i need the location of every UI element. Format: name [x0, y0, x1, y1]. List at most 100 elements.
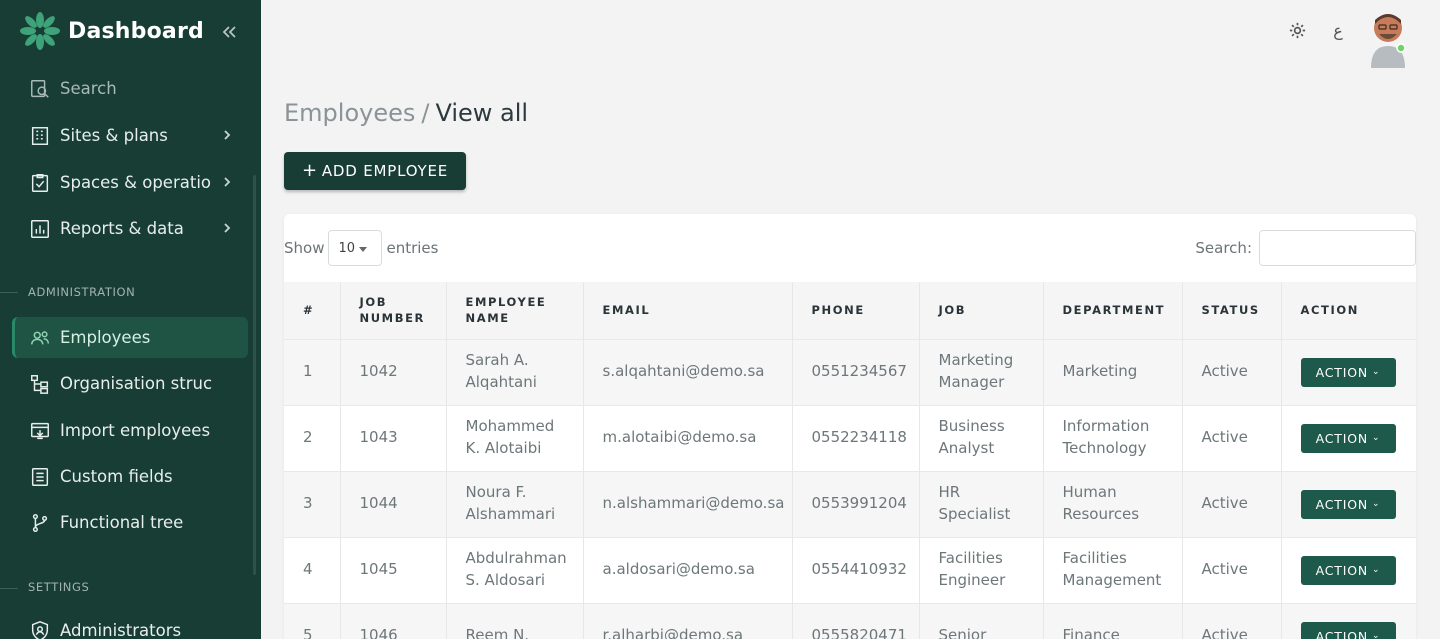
column-header[interactable]: #	[284, 282, 341, 339]
chevron-right-icon	[224, 130, 231, 140]
entries-control: Show 10 entries	[284, 230, 438, 266]
entries-select[interactable]: 10	[328, 230, 383, 266]
sidebar-item-label: Search	[60, 79, 117, 98]
search-icon	[28, 77, 52, 101]
cell-name: Sarah A. Alqahtani	[446, 338, 584, 405]
brand[interactable]: Dashboard	[20, 12, 204, 50]
cell-department: Facilities Management	[1043, 536, 1183, 603]
logo-icon	[20, 12, 60, 50]
action-dropdown-button[interactable]: ACTION ⌄	[1300, 621, 1396, 639]
hierarchy-icon	[28, 372, 52, 396]
branch-icon	[28, 511, 52, 535]
section-divider	[0, 292, 18, 293]
sidebar-item-spaces-operations[interactable]: Spaces & operations	[12, 162, 248, 203]
section-label-settings: SETTINGS	[28, 580, 90, 594]
section-divider	[0, 588, 18, 589]
sidebar-item-organisation-structure[interactable]: Organisation structure	[12, 363, 248, 404]
column-header[interactable]: EMAIL	[583, 282, 793, 339]
sidebar-item-sites-plans[interactable]: Sites & plans	[12, 115, 248, 156]
column-header[interactable]: JOB NUMBER	[340, 282, 447, 339]
cell-email: r.alharbi@demo.sa	[583, 602, 793, 639]
sidebar-item-functional-tree[interactable]: Functional tree	[12, 502, 248, 543]
cell-job-number: 1046	[340, 602, 447, 639]
table-row: 2 1043 Mohammed K. Alotaibi m.alotaibi@d…	[284, 404, 1416, 471]
breadcrumb-parent[interactable]: Employees	[284, 99, 415, 127]
cell-action: ACTION ⌄	[1281, 338, 1416, 405]
sidebar-item-search[interactable]: Search	[12, 68, 248, 109]
user-avatar[interactable]	[1367, 10, 1409, 68]
cell-email: n.alshammari@demo.sa	[583, 470, 793, 537]
cell-email: m.alotaibi@demo.sa	[583, 404, 793, 471]
chevron-down-icon: ⌄	[1372, 499, 1381, 509]
action-dropdown-button[interactable]: ACTION ⌄	[1300, 357, 1396, 387]
sidebar-item-label: Employees	[60, 328, 151, 347]
column-header[interactable]: JOB	[919, 282, 1044, 339]
column-header[interactable]: EMPLOYEE NAME	[446, 282, 584, 339]
sidebar-item-label: Custom fields	[60, 467, 173, 486]
cell-action: ACTION ⌄	[1281, 470, 1416, 537]
cell-department: Marketing	[1043, 338, 1183, 405]
breadcrumb-current: View all	[435, 99, 529, 127]
cell-job-number: 1044	[340, 470, 447, 537]
action-dropdown-button[interactable]: ACTION ⌄	[1300, 423, 1396, 453]
cell-status: Active	[1182, 338, 1282, 405]
cell-job: HR Specialist	[919, 470, 1044, 537]
sidebar-item-label: Sites & plans	[60, 126, 168, 145]
employees-table-card: Show 10 entries Search: # JOB NUMBER EMP…	[284, 214, 1416, 639]
entries-value: 10	[338, 240, 356, 256]
cell-num: 1	[284, 338, 341, 405]
users-icon	[28, 326, 52, 350]
chart-icon	[28, 217, 52, 241]
settings-gear-icon[interactable]	[1287, 20, 1307, 40]
sidebar-item-label: Functional tree	[60, 513, 184, 532]
clipboard-check-icon	[28, 171, 52, 195]
column-header[interactable]: STATUS	[1182, 282, 1282, 339]
search-label: Search:	[1195, 239, 1252, 257]
sidebar-item-label: Administrators	[60, 621, 182, 639]
cell-department: Finance	[1043, 602, 1183, 639]
cell-status: Active	[1182, 602, 1282, 639]
sidebar-item-import-employees[interactable]: Import employees	[12, 410, 248, 451]
action-dropdown-button[interactable]: ACTION ⌄	[1300, 489, 1396, 519]
action-dropdown-button[interactable]: ACTION ⌄	[1300, 555, 1396, 585]
sidebar-item-employees[interactable]: Employees	[12, 317, 248, 358]
add-employee-button[interactable]: + ADD EMPLOYEE	[284, 152, 466, 190]
column-header[interactable]: ACTION	[1281, 282, 1416, 339]
cell-department: Information Technology	[1043, 404, 1183, 471]
section-label-administration: ADMINISTRATION	[28, 285, 136, 299]
list-icon	[28, 465, 52, 489]
sidebar-item-administrators[interactable]: Administrators	[12, 610, 248, 639]
cell-phone: 0554410932	[792, 536, 920, 603]
action-label: ACTION	[1315, 562, 1369, 578]
sidebar-scrollbar[interactable]	[253, 175, 256, 575]
language-toggle[interactable]: ع	[1328, 20, 1348, 40]
cell-name: Abdulrahman S. Aldosari	[446, 536, 584, 603]
sidebar-item-label: Organisation structure	[60, 374, 212, 393]
cell-num: 2	[284, 404, 341, 471]
column-header[interactable]: PHONE	[792, 282, 920, 339]
collapse-sidebar-icon[interactable]	[219, 22, 239, 42]
sidebar-item-reports-data[interactable]: Reports & data	[12, 208, 248, 249]
cell-num: 5	[284, 602, 341, 639]
cell-job-number: 1042	[340, 338, 447, 405]
add-employee-label: ADD EMPLOYEE	[321, 162, 448, 180]
cell-action: ACTION ⌄	[1281, 536, 1416, 603]
admin-shield-icon	[28, 619, 52, 639]
cell-job-number: 1043	[340, 404, 447, 471]
action-label: ACTION	[1315, 430, 1369, 446]
chevron-right-icon	[224, 177, 231, 187]
sidebar-item-custom-fields[interactable]: Custom fields	[12, 456, 248, 497]
brand-title: Dashboard	[68, 18, 204, 44]
column-header[interactable]: DEPARTMENT	[1043, 282, 1183, 339]
cell-email: a.aldosari@demo.sa	[583, 536, 793, 603]
breadcrumb: Employees / View all	[284, 99, 528, 127]
cell-email: s.alqahtani@demo.sa	[583, 338, 793, 405]
sidebar-item-label: Spaces & operations	[60, 173, 212, 192]
cell-action: ACTION ⌄	[1281, 404, 1416, 471]
caret-down-icon	[359, 247, 368, 252]
chevron-down-icon: ⌄	[1372, 565, 1381, 575]
import-icon	[28, 419, 52, 443]
chevron-down-icon: ⌄	[1372, 367, 1381, 377]
sidebar-item-label: Import employees	[60, 421, 211, 440]
search-input[interactable]	[1259, 230, 1416, 266]
